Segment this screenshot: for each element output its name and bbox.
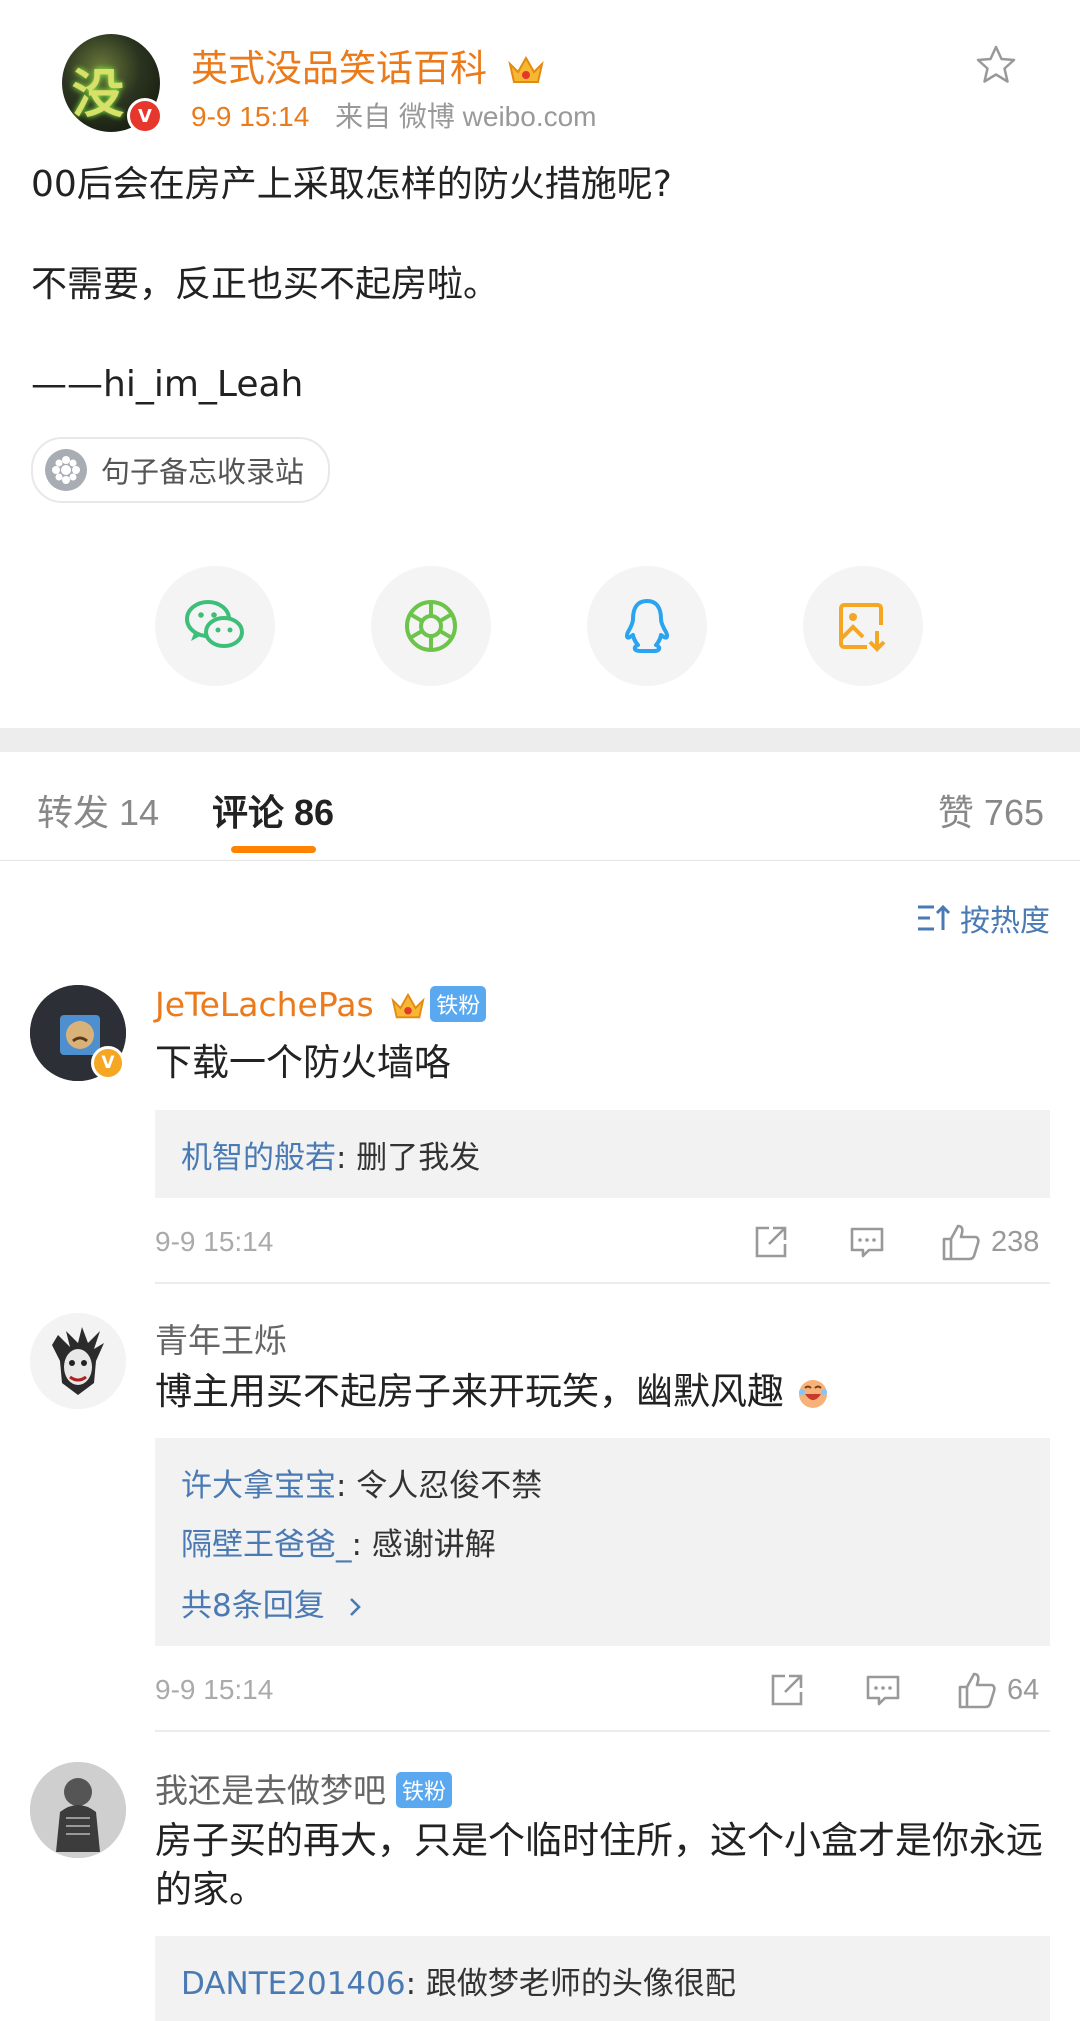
share-out-icon: [755, 1226, 787, 1258]
reply-line[interactable]: 隔壁王爸爸_: 感谢讲解: [181, 1519, 496, 1564]
repost-button[interactable]: [753, 1220, 789, 1264]
author-name[interactable]: 英式没品笑话百科: [191, 38, 545, 92]
post-source: 来自 微博 weibo.com: [335, 101, 597, 132]
verified-badge-icon: V: [127, 98, 163, 134]
sort-icon: [918, 904, 951, 931]
comment-footer: 9-9 15:14 238: [155, 1212, 1050, 1272]
qq-icon: [624, 599, 670, 653]
sort-by-hot-button[interactable]: 按热度: [916, 896, 1050, 940]
reply-line[interactable]: DANTE201406: 跟做梦老师的头像很配: [181, 1958, 736, 2003]
comment-time: 9-9 15:14: [155, 1226, 274, 1257]
topic-chip[interactable]: 句子备忘收录站: [31, 437, 331, 503]
verified-badge-icon: V: [91, 1046, 125, 1080]
post-body: 00后会在房产上采取怎样的防火措施呢? 不需要，反正也买不起房啦。 ——hi_i…: [31, 160, 672, 410]
reply-box[interactable]: 许大拿宝宝: 令人忍俊不禁 隔壁王爸爸_: 感谢讲解 共8条回复: [155, 1438, 1050, 1646]
comment-separator: [155, 1730, 1050, 1732]
section-divider: [0, 728, 1080, 752]
sort-label: 按热度: [960, 904, 1050, 939]
tab-bar: 转发 14 评论 86 赞 765: [0, 752, 1080, 861]
comment-text: 博主用买不起房子来开玩笑，幽默风趣: [155, 1367, 1050, 1416]
share-row: [0, 566, 1080, 686]
tab-comment[interactable]: 评论 86: [212, 784, 334, 836]
share-qq-button[interactable]: [587, 566, 707, 686]
commenter-name[interactable]: 青年王烁: [155, 1314, 287, 1362]
reply-author[interactable]: 隔壁王爸爸_: [181, 1527, 352, 1563]
tab-like[interactable]: 赞 765: [938, 784, 1044, 836]
comment-icon: [866, 1675, 900, 1706]
thumbs-up-icon: [958, 1672, 996, 1709]
reply-button[interactable]: [865, 1668, 901, 1712]
crown-icon: [508, 55, 544, 83]
moments-icon: [405, 600, 457, 652]
commenter-avatar[interactable]: [30, 1313, 126, 1409]
post-time: 9-9 15:14: [191, 101, 310, 132]
save-image-icon: [839, 603, 886, 652]
post-card: 没 V 英式没品笑话百科 9-9 15:14 来自 微博 weibo.com 0…: [0, 0, 1080, 503]
comment-text-content: 博主用买不起房子来开玩笑，幽默风趣: [155, 1370, 784, 1413]
reply-line[interactable]: 机智的般若: 删了我发: [181, 1132, 480, 1177]
laughing-emoji-icon: [798, 1380, 827, 1408]
repost-button[interactable]: [769, 1668, 805, 1712]
comment-footer: 9-9 15:14 64: [155, 1660, 1050, 1720]
commenter-avatar[interactable]: [30, 1762, 126, 1858]
share-moments-button[interactable]: [371, 566, 491, 686]
reply-author[interactable]: DANTE201406: [181, 1966, 406, 2002]
commenter-name[interactable]: 我还是去做梦吧 铁粉: [155, 1764, 453, 1812]
crown-icon: [391, 992, 425, 1018]
fan-badge: 铁粉: [430, 985, 487, 1022]
reply-text: : 删了我发: [336, 1140, 481, 1176]
reply-box[interactable]: DANTE201406: 跟做梦老师的头像很配: [155, 1936, 1050, 2021]
thumbs-up-icon: [942, 1224, 980, 1261]
fan-badge: 铁粉: [396, 1771, 453, 1808]
share-save-image-button[interactable]: [803, 566, 923, 686]
topic-flower-icon: [45, 449, 87, 491]
topic-label: 句子备忘收录站: [101, 455, 305, 489]
commenter-name[interactable]: JeTeLachePas 铁粉: [155, 985, 487, 1025]
comment-separator: [155, 1282, 1050, 1284]
favorite-star-icon[interactable]: [975, 44, 1017, 86]
share-out-icon: [771, 1674, 803, 1706]
post-meta: 9-9 15:14 来自 微博 weibo.com: [191, 95, 597, 135]
post-author-row: 没 V 英式没品笑话百科 9-9 15:14 来自 微博 weibo.com: [31, 0, 1049, 150]
post-line: 00后会在房产上采取怎样的防火措施呢?: [31, 164, 672, 205]
tab-repost[interactable]: 转发 14: [37, 784, 159, 836]
view-all-replies-label: 共8条回复: [181, 1588, 325, 1624]
reply-author[interactable]: 机智的般若: [181, 1140, 336, 1176]
comment-text: 房子买的再大，只是个临时住所，这个小盒才是你永远的家。: [155, 1819, 1043, 1911]
reply-line[interactable]: 许大拿宝宝: 令人忍俊不禁: [181, 1460, 542, 1505]
reply-box[interactable]: 机智的般若: 删了我发: [155, 1110, 1050, 1198]
comment-time: 9-9 15:14: [155, 1674, 274, 1705]
like-button[interactable]: 238: [941, 1220, 1039, 1264]
like-count: 238: [991, 1225, 1040, 1258]
comment-icon: [850, 1227, 884, 1258]
reply-button[interactable]: [849, 1220, 885, 1264]
view-all-replies-link[interactable]: 共8条回复: [181, 1580, 365, 1625]
reply-author[interactable]: 许大拿宝宝: [181, 1468, 336, 1504]
comment-text: 下载一个防火墙咯: [155, 1041, 451, 1084]
chevron-right-icon: [349, 1598, 361, 1616]
share-wechat-button[interactable]: [155, 566, 275, 686]
post-line: 不需要，反正也买不起房啦。: [31, 264, 500, 305]
post-line: ——hi_im_Leah: [31, 364, 304, 405]
reply-text: : 感谢讲解: [351, 1527, 496, 1563]
wechat-icon: [185, 600, 244, 648]
like-button[interactable]: 64: [957, 1668, 1039, 1712]
reply-text: : 跟做梦老师的头像很配: [405, 1966, 736, 2002]
like-count: 64: [1007, 1673, 1040, 1706]
active-tab-indicator: [231, 846, 316, 853]
reply-text: : 令人忍俊不禁: [336, 1468, 543, 1504]
